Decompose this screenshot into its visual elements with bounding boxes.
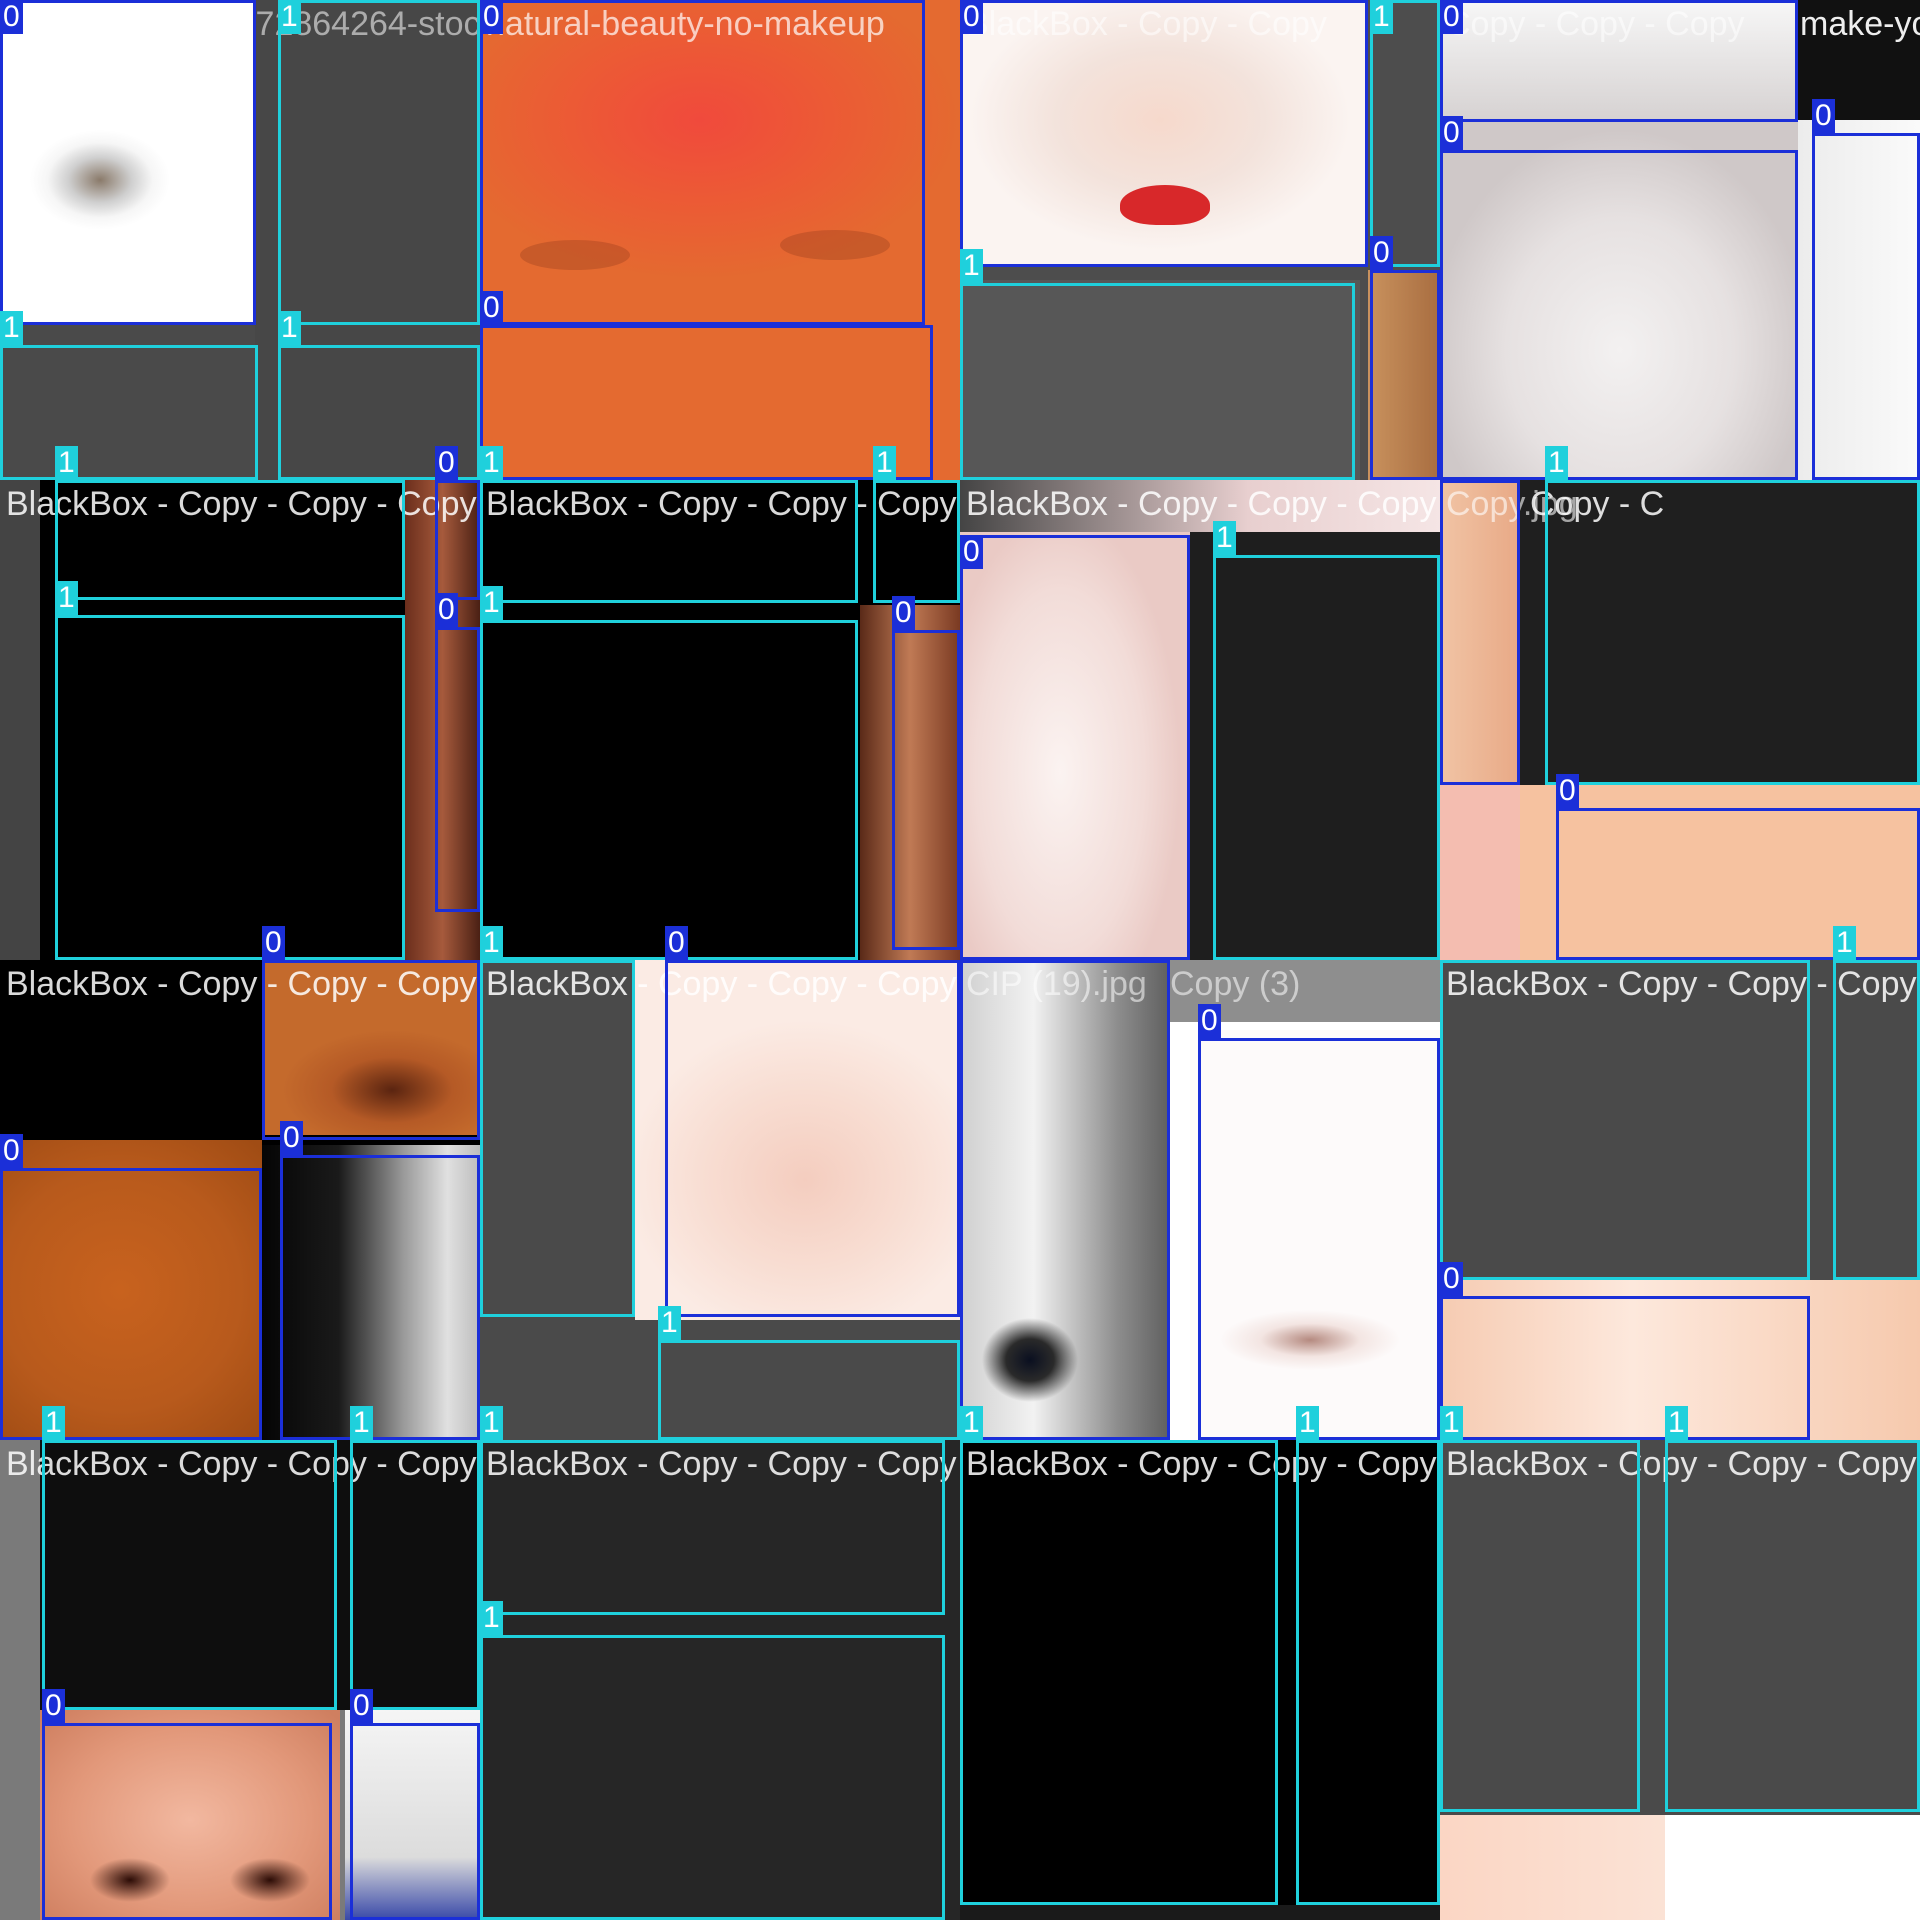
bounding-box-class-1: 1 [1370,0,1440,267]
bounding-box-class-1: 1 [1545,446,1920,785]
class-label: 0 [435,593,458,627]
bounding-box-class-1: 1 [480,586,858,960]
class-label: 1 [658,1306,681,1340]
bounding-box-class-1: 1 [873,446,960,603]
bounding-box-class-1: 1 [1213,521,1440,960]
bounding-box-class-0: 0 [1440,0,1798,122]
bounding-box-class-0: 0 [665,926,960,1317]
bounding-box-class-0: 0 [1370,236,1440,480]
class-label: 0 [960,535,983,569]
class-label: 1 [1440,1406,1463,1440]
class-label: 1 [480,586,503,620]
class-label: 0 [0,1134,23,1168]
class-label: 1 [278,311,301,345]
class-label: 1 [1833,926,1856,960]
bounding-box-class-1: 1 [480,1406,945,1615]
dark-fill [960,1905,1440,1920]
class-label: 1 [480,1406,503,1440]
class-label: 1 [55,446,78,480]
class-label: 1 [1370,0,1393,34]
class-label: 1 [42,1406,65,1440]
class-label: 1 [1545,446,1568,480]
bounding-box-class-0: 0 [1812,99,1920,480]
bounding-box-class-1 [1440,960,1810,1280]
class-label: 1 [873,446,896,480]
bounding-box-class-1: 1 [658,1306,960,1440]
class-label: 1 [1665,1406,1688,1440]
class-label: 1 [350,1406,373,1440]
white-fill [1665,1815,1920,1920]
class-label: 0 [1440,116,1463,150]
bounding-box-class-1: 1 [480,446,858,603]
bounding-box-class-1: 1 [0,311,258,480]
class-label: 1 [1213,521,1236,555]
bounding-box-class-0: 0 [480,0,925,325]
bounding-box-class-0: 0 [1198,1004,1440,1440]
class-label: 0 [350,1689,373,1723]
class-label: 1 [55,581,78,615]
class-label: 0 [480,0,503,34]
skin-photo [1440,785,1520,960]
bounding-box-class-0: 0 [480,291,933,480]
bounding-box-class-0: 0 [435,446,480,600]
class-label: 0 [280,1121,303,1155]
skin-photo [1440,1815,1665,1920]
class-label: 0 [892,596,915,630]
class-label: 0 [1812,99,1835,133]
bounding-box-class-0: 0 [262,926,480,1140]
bounding-box-class-1: 1 [960,249,1355,480]
class-label: 0 [1440,0,1463,34]
mosaic-canvas: depositphotos_172864264-stock-photo-woma… [0,0,1920,1920]
class-label: 1 [1296,1406,1319,1440]
class-label: 0 [1440,1262,1463,1296]
skin-strip [960,480,1440,532]
class-label: 0 [665,926,688,960]
class-label: 0 [1370,236,1393,270]
bounding-box-class-0: 0 [892,596,960,950]
bounding-box-class-0: 0 [1440,1262,1810,1440]
bounding-box-class-0: 0 [960,535,1190,960]
bounding-box-class-1: 1 [480,926,635,1317]
bounding-box-class-0: 0 [435,593,480,912]
bounding-box-class-0: 0 [0,1134,262,1440]
bounding-box-class-1: 1 [42,1406,337,1710]
bounding-box-class-0: 0 [280,1121,480,1440]
bounding-box-class-1: 1 [1296,1406,1440,1905]
bounding-box-class-1: 1 [55,446,405,600]
bounding-box-class-1: 1 [278,0,480,325]
class-label: 1 [0,311,23,345]
class-label: 0 [42,1689,65,1723]
class-label: 0 [960,0,983,34]
bounding-box-class-1: 1 [1833,926,1920,1280]
class-label: 0 [1198,1004,1221,1038]
class-label: 1 [480,926,503,960]
class-label: 1 [480,1601,503,1635]
class-label: 1 [960,249,983,283]
class-label: 1 [480,446,503,480]
bounding-box-class-1: 1 [55,581,405,960]
class-label: 0 [435,446,458,480]
bounding-box-class-0: 0 [42,1689,332,1920]
bounding-box-class-0: 0 [960,0,1368,267]
bounding-box-class-1: 1 [1665,1406,1920,1812]
class-label: 0 [262,926,285,960]
bounding-box-class-0 [1440,480,1520,785]
bounding-box-class-0 [960,960,1170,1440]
class-label: 1 [960,1406,983,1440]
bounding-box-class-0: 0 [1556,774,1920,960]
bounding-box-class-0: 0 [1440,116,1798,480]
bounding-box-class-1: 1 [1440,1406,1640,1812]
class-label: 0 [1556,774,1579,808]
bounding-box-class-1: 1 [350,1406,480,1710]
class-label: 1 [278,0,301,34]
bounding-box-class-1: 1 [960,1406,1278,1905]
bounding-box-class-0: 0 [350,1689,480,1920]
class-label: 0 [480,291,503,325]
bounding-box-class-0: 0 [0,0,256,325]
bounding-box-class-1: 1 [480,1601,945,1920]
class-label: 0 [0,0,23,34]
